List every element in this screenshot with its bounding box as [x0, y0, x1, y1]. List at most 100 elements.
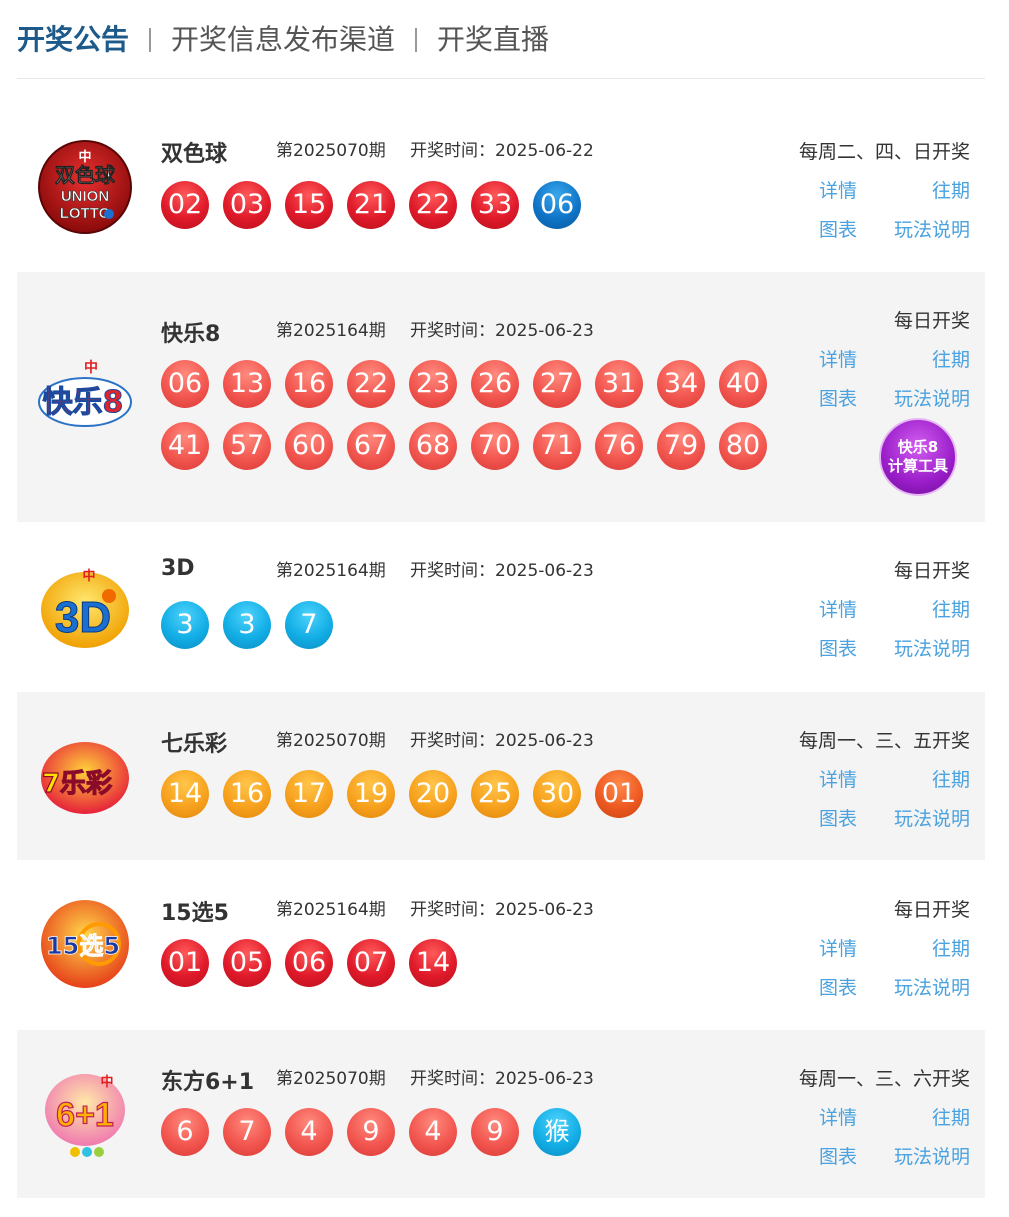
- tab-live-draw[interactable]: 开奖直播: [437, 23, 549, 57]
- ssq-logo[interactable]: 中 双色球 UNION LOTTO: [37, 139, 133, 235]
- lottery-ball: 26: [471, 360, 519, 408]
- lottery-ball: 4: [285, 1108, 333, 1156]
- history-link[interactable]: 往期: [932, 934, 970, 961]
- lottery-ball: 71: [533, 422, 581, 470]
- rules-link[interactable]: 玩法说明: [894, 215, 970, 242]
- issue-number: 第2025070期: [276, 141, 386, 161]
- lottery-ball: 01: [161, 939, 209, 987]
- lottery-ball: 79: [657, 422, 705, 470]
- lottery-ball: 76: [595, 422, 643, 470]
- draw-time: 开奖时间：2025-06-23: [410, 1069, 594, 1089]
- draw-schedule: 每日开奖: [893, 899, 970, 921]
- history-link[interactable]: 往期: [932, 345, 970, 372]
- lottery-ball: 70: [471, 422, 519, 470]
- lottery-ball: 15: [285, 181, 333, 229]
- draw-schedule: 每周一、三、六开奖: [798, 1068, 970, 1090]
- game-name: 七乐彩: [161, 732, 228, 757]
- issue-number: 第2025070期: [276, 731, 386, 751]
- lottery-ball: 68: [409, 422, 457, 470]
- chart-link[interactable]: 图表: [819, 804, 857, 831]
- svg-text:中: 中: [100, 1074, 113, 1089]
- rules-link[interactable]: 玩法说明: [894, 804, 970, 831]
- issue-number: 第2025164期: [276, 561, 386, 581]
- svg-text:双色球: 双色球: [55, 163, 116, 187]
- tab-divider: [149, 28, 152, 52]
- rules-link[interactable]: 玩法说明: [894, 634, 970, 661]
- history-link[interactable]: 往期: [932, 765, 970, 792]
- lottery-ball: 07: [347, 939, 395, 987]
- chart-link[interactable]: 图表: [819, 384, 857, 411]
- game-name: 双色球: [161, 142, 228, 167]
- draw-time: 开奖时间：2025-06-23: [410, 321, 594, 341]
- issue-number: 第2025164期: [276, 900, 386, 920]
- chart-link[interactable]: 图表: [819, 973, 857, 1000]
- rules-link[interactable]: 玩法说明: [894, 384, 970, 411]
- lottery-ball: 14: [409, 939, 457, 987]
- lottery-ball: 16: [285, 360, 333, 408]
- issue-number: 第2025164期: [276, 321, 386, 341]
- tab-draw-announcement[interactable]: 开奖公告: [17, 23, 129, 57]
- detail-link[interactable]: 详情: [819, 765, 857, 792]
- 3d-logo[interactable]: 中 3D: [37, 558, 133, 654]
- lottery-row-kl8: 中 快乐8 快乐8 第2025164期 开奖时间：2025-06-23 06 13…: [17, 272, 985, 522]
- history-link[interactable]: 往期: [932, 1103, 970, 1130]
- lottery-ball: 30: [533, 770, 581, 818]
- lottery-ball: 06: [285, 939, 333, 987]
- lottery-ball: 20: [409, 770, 457, 818]
- lottery-ball: 40: [719, 360, 767, 408]
- lottery-ball: 3: [223, 601, 271, 649]
- detail-link[interactable]: 详情: [819, 595, 857, 622]
- detail-link[interactable]: 详情: [819, 934, 857, 961]
- detail-link[interactable]: 详情: [819, 1103, 857, 1130]
- svg-text:3D: 3D: [55, 593, 111, 642]
- lottery-ball: 22: [409, 181, 457, 229]
- draw-time: 开奖时间：2025-06-23: [410, 900, 594, 920]
- detail-link[interactable]: 详情: [819, 345, 857, 372]
- rules-link[interactable]: 玩法说明: [894, 973, 970, 1000]
- lottery-ball: 01: [595, 770, 643, 818]
- lottery-ball: 17: [285, 770, 333, 818]
- lottery-row-ssq: 中 双色球 UNION LOTTO 双色球 第2025070期 开奖时间：202…: [17, 109, 985, 261]
- game-name: 15选5: [161, 901, 229, 926]
- lottery-row-15x5: 15选5 15选5 第2025164期 开奖时间：2025-06-23 01 05…: [17, 860, 985, 1030]
- lottery-ball: 16: [223, 770, 271, 818]
- lottery-ball: 23: [409, 360, 457, 408]
- lottery-ball: 03: [223, 181, 271, 229]
- lottery-ball: 27: [533, 360, 581, 408]
- lottery-ball: 60: [285, 422, 333, 470]
- kl8-calculator-button[interactable]: 快乐8 计算工具: [879, 418, 957, 496]
- kl8-logo[interactable]: 中 快乐8: [37, 350, 133, 446]
- svg-text:中: 中: [82, 568, 95, 583]
- 15x5-logo[interactable]: 15选5: [37, 896, 133, 992]
- chart-link[interactable]: 图表: [819, 215, 857, 242]
- svg-text:中: 中: [78, 149, 91, 164]
- lottery-ball: 22: [347, 360, 395, 408]
- lottery-ball: 9: [471, 1108, 519, 1156]
- draw-schedule: 每日开奖: [893, 560, 970, 582]
- rules-link[interactable]: 玩法说明: [894, 1142, 970, 1169]
- history-link[interactable]: 往期: [932, 595, 970, 622]
- qlc-logo[interactable]: 7乐彩: [37, 728, 133, 824]
- draw-time: 开奖时间：2025-06-23: [410, 561, 594, 581]
- chart-link[interactable]: 图表: [819, 1142, 857, 1169]
- ball-list: 02 03 15 21 22 33 06: [161, 181, 781, 243]
- lottery-ball: 7: [223, 1108, 271, 1156]
- chart-link[interactable]: 图表: [819, 634, 857, 661]
- game-name: 东方6+1: [161, 1070, 255, 1095]
- ball-list: 14 16 17 19 20 25 30 01: [161, 770, 781, 832]
- lottery-ball: 02: [161, 181, 209, 229]
- tab-release-channels[interactable]: 开奖信息发布渠道: [171, 23, 395, 57]
- history-link[interactable]: 往期: [932, 176, 970, 203]
- draw-time: 开奖时间：2025-06-22: [410, 141, 594, 161]
- df61-logo[interactable]: 中 6+1: [37, 1066, 133, 1162]
- ball-list: 41 57 60 67 68 70 71 76 79 80: [161, 422, 781, 484]
- lottery-ball: 34: [657, 360, 705, 408]
- lottery-ball: 57: [223, 422, 271, 470]
- svg-text:15选5: 15选5: [46, 932, 120, 960]
- detail-link[interactable]: 详情: [819, 176, 857, 203]
- lottery-ball: 33: [471, 181, 519, 229]
- lottery-ball: 41: [161, 422, 209, 470]
- lottery-ball: 06: [161, 360, 209, 408]
- game-name: 3D: [161, 556, 195, 581]
- draw-schedule: 每周一、三、五开奖: [798, 730, 970, 752]
